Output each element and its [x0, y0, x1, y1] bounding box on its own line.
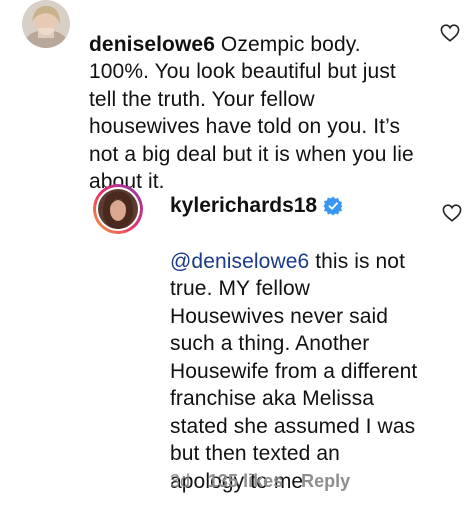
reply-username[interactable]: kylerichards18 — [170, 192, 317, 220]
reply-body: this is not true. MY fellow Housewives n… — [170, 249, 418, 493]
comment-body: Ozempic body. 100%. You look beautiful b… — [89, 32, 414, 194]
heart-icon[interactable] — [442, 204, 462, 222]
verified-badge-icon — [323, 196, 343, 216]
avatar[interactable] — [93, 184, 143, 234]
likes-count[interactable]: 135 likes — [208, 471, 283, 492]
heart-icon[interactable] — [440, 24, 460, 42]
reply-header: kylerichards18 — [170, 192, 343, 220]
avatar[interactable] — [22, 0, 70, 48]
timestamp: 3d — [170, 471, 191, 491]
comment-deniselowe6: deniselowe6 Ozempic body. 100%. You look… — [0, 0, 474, 193]
reply-kylerichards18: kylerichards18 @deniselowe6 this is not … — [0, 180, 474, 505]
reply-meta: 3d 135 likes Reply — [170, 471, 350, 492]
comment-username[interactable]: deniselowe6 — [89, 33, 215, 56]
mention-link[interactable]: @deniselowe6 — [170, 250, 309, 273]
comment-text: deniselowe6 Ozempic body. 100%. You look… — [89, 3, 439, 196]
reply-button[interactable]: Reply — [301, 471, 350, 492]
reply-text: @deniselowe6 this is not true. MY fellow… — [170, 220, 440, 495]
